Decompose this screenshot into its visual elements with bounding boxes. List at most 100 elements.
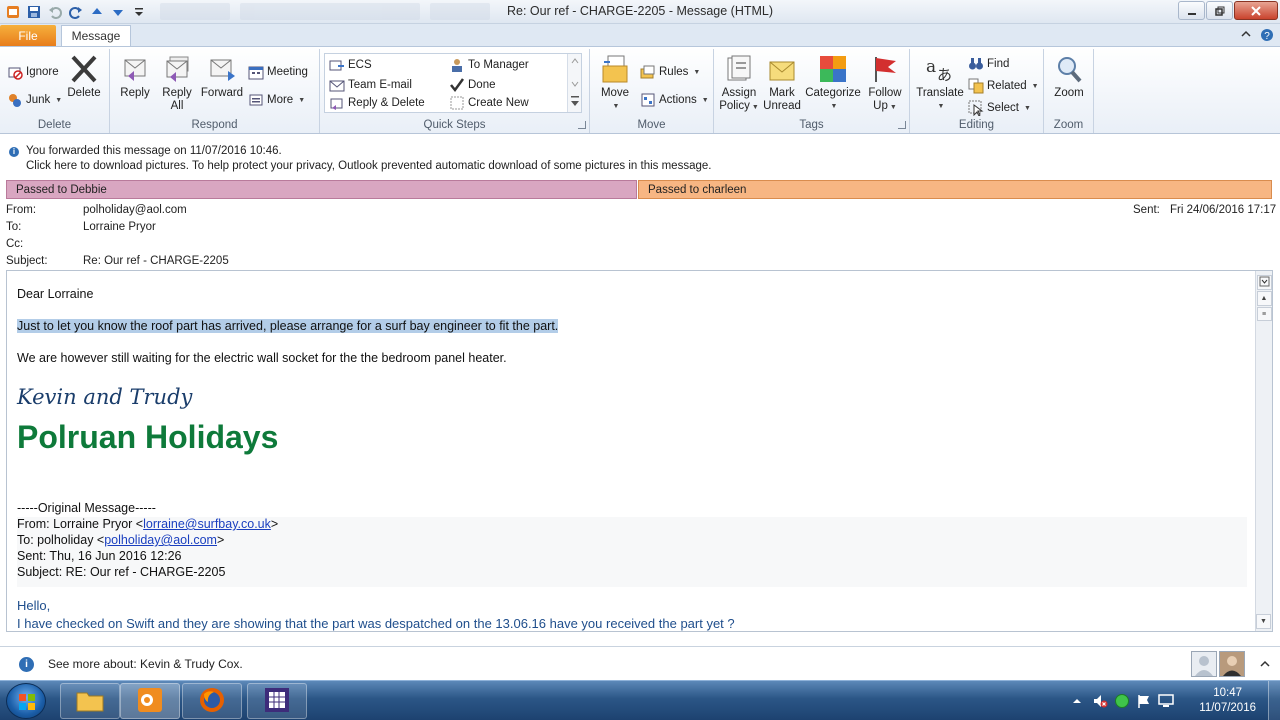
quickstep-to-manager[interactable]: To Manager (449, 56, 529, 74)
volume-muted-icon[interactable] (1092, 693, 1108, 712)
original-from: From: Lorraine Pryor <lorraine@surfbay.c… (17, 517, 279, 531)
taskbar-firefox[interactable] (182, 683, 242, 719)
taskbar-app[interactable] (247, 683, 307, 719)
scroll-down-arrow[interactable]: ▼ (1256, 614, 1271, 629)
download-pictures-notice[interactable]: Click here to download pictures. To help… (26, 160, 711, 172)
message-body[interactable]: Dear Lorraine Just to let you know the r… (6, 270, 1273, 632)
selected-text[interactable]: Just to let you know the roof part has a… (17, 319, 559, 333)
meeting-icon (248, 64, 264, 80)
move-button[interactable]: Move ▼ (594, 53, 636, 113)
actions-icon (640, 92, 656, 108)
polholiday-email-link[interactable]: polholiday@aol.com (104, 533, 217, 547)
action-center-flag-icon[interactable] (1136, 693, 1152, 712)
quick-steps-gallery: ECS To Manager Team E-mail Done Reply & … (324, 53, 582, 113)
reply-button[interactable]: Reply (116, 53, 154, 100)
title-bar: Re: Our ref - CHARGE-2205 - Message (HTM… (0, 0, 1280, 24)
scroll-up-arrow[interactable]: ▲ (1256, 291, 1272, 306)
rules-icon (640, 64, 656, 80)
reply-icon (119, 53, 151, 85)
from-value[interactable]: polholiday@aol.com (83, 204, 187, 216)
to-value[interactable]: Lorraine Pryor (83, 221, 156, 233)
category-passed-to-charleen[interactable]: Passed to charleen (638, 180, 1272, 199)
expand-people-pane-icon[interactable] (1260, 658, 1270, 672)
firefox-icon (198, 686, 226, 717)
tab-message[interactable]: Message (61, 25, 131, 47)
categorize-button[interactable]: Categorize ▼ (804, 53, 862, 113)
reply-all-button[interactable]: Reply All (158, 53, 196, 113)
lorraine-email-link[interactable]: lorraine@surfbay.co.uk (143, 517, 271, 531)
clock-time: 10:47 (1213, 687, 1243, 699)
meeting-button[interactable]: Meeting (248, 63, 308, 81)
to-label: To: (6, 221, 22, 233)
quickstep-team-email[interactable]: Team E-mail (329, 76, 412, 94)
category-passed-to-debbie[interactable]: Passed to Debbie (6, 180, 637, 199)
outlook-icon (136, 686, 164, 717)
mark-unread-button[interactable]: Mark Unread (762, 53, 802, 113)
more-respond-button[interactable]: More ▼ (248, 91, 305, 109)
body-line-2: We are however still waiting for the ele… (17, 351, 507, 365)
info-icon: i (19, 657, 34, 672)
greeting: Dear Lorraine (17, 287, 94, 301)
message-scrollbar[interactable]: ▲ ≡ ▼ (1255, 271, 1272, 631)
rules-button[interactable]: Rules ▼ (640, 63, 700, 81)
tab-file[interactable]: File (0, 25, 56, 47)
create-new-icon (449, 95, 465, 111)
people-pane[interactable]: i See more about: Kevin & Trudy Cox. (0, 646, 1280, 680)
cc-label: Cc: (6, 238, 24, 250)
related-button[interactable]: Related ▼ (968, 77, 1039, 95)
window-controls (1178, 1, 1278, 20)
find-button[interactable]: Find (968, 55, 1009, 73)
show-hidden-icons[interactable] (1072, 695, 1082, 709)
swift-check-line: I have checked on Swift and they are sho… (17, 616, 735, 631)
scroll-thumb[interactable]: ≡ (1256, 307, 1272, 321)
junk-button[interactable]: Junk ▼ (7, 91, 62, 109)
display-icon[interactable] (1158, 693, 1174, 712)
original-subject: Subject: RE: Our ref - CHARGE-2205 (17, 565, 226, 579)
quickstep-ecs[interactable]: ECS (329, 56, 372, 74)
help-icon[interactable]: ? (1260, 28, 1274, 45)
assign-policy-button[interactable]: Assign Policy ▼ (716, 53, 762, 114)
folder-icon (75, 687, 105, 716)
select-button[interactable]: Select ▼ (968, 99, 1031, 117)
start-button[interactable] (6, 683, 46, 719)
show-more-icon[interactable] (1256, 275, 1272, 290)
mark-unread-icon (766, 53, 798, 85)
network-status-icon[interactable] (1114, 693, 1130, 712)
subject-label: Subject: (6, 255, 48, 267)
taskbar-outlook[interactable] (120, 683, 180, 719)
delete-button[interactable]: Delete (64, 53, 104, 100)
flag-icon (869, 53, 901, 85)
respond-group: Reply Reply All Forward Meeting More ▼ R… (110, 49, 320, 133)
reply-delete-icon (329, 95, 345, 111)
editing-group: aあ Translate ▼ Find Related ▼ Select ▼ Edi… (910, 49, 1044, 133)
taskbar-explorer[interactable] (60, 683, 120, 719)
info-bar[interactable]: i You forwarded this message on 11/07/20… (0, 140, 1280, 178)
close-button[interactable] (1234, 1, 1278, 20)
ignore-icon (7, 64, 23, 80)
ignore-button[interactable]: Ignore (7, 63, 59, 81)
subject-value: Re: Our ref - CHARGE-2205 (83, 255, 229, 267)
system-clock[interactable]: 10:47 11/07/2016 (1199, 686, 1256, 716)
translate-button[interactable]: aあ Translate ▼ (914, 53, 966, 113)
binoculars-icon (968, 56, 984, 72)
delete-icon (68, 53, 100, 85)
ribbon-tabs: File Message ? (0, 24, 1280, 47)
quick-steps-scroll[interactable] (567, 54, 581, 112)
quickstep-reply-delete[interactable]: Reply & Delete (329, 94, 425, 112)
follow-up-button[interactable]: Follow Up ▼ (864, 53, 906, 114)
avatar-contact-photo[interactable] (1219, 651, 1245, 677)
minimize-ribbon-icon[interactable] (1240, 28, 1252, 45)
actions-button[interactable]: Actions ▼ (640, 91, 709, 109)
quickstep-create-new[interactable]: Create New (449, 94, 529, 112)
quickstep-done[interactable]: Done (449, 76, 496, 94)
original-sent: Sent: Thu, 16 Jun 2016 12:26 (17, 549, 182, 563)
avatar-placeholder[interactable] (1191, 651, 1217, 677)
restore-button[interactable] (1206, 1, 1233, 20)
forward-button[interactable]: Forward (200, 53, 244, 100)
envelope-arrow-icon (329, 57, 345, 73)
minimize-button[interactable] (1178, 1, 1205, 20)
show-desktop-button[interactable] (1268, 681, 1280, 720)
zoom-group: Zoom Zoom (1044, 49, 1094, 133)
junk-icon (7, 92, 23, 108)
zoom-button[interactable]: Zoom (1048, 53, 1090, 100)
